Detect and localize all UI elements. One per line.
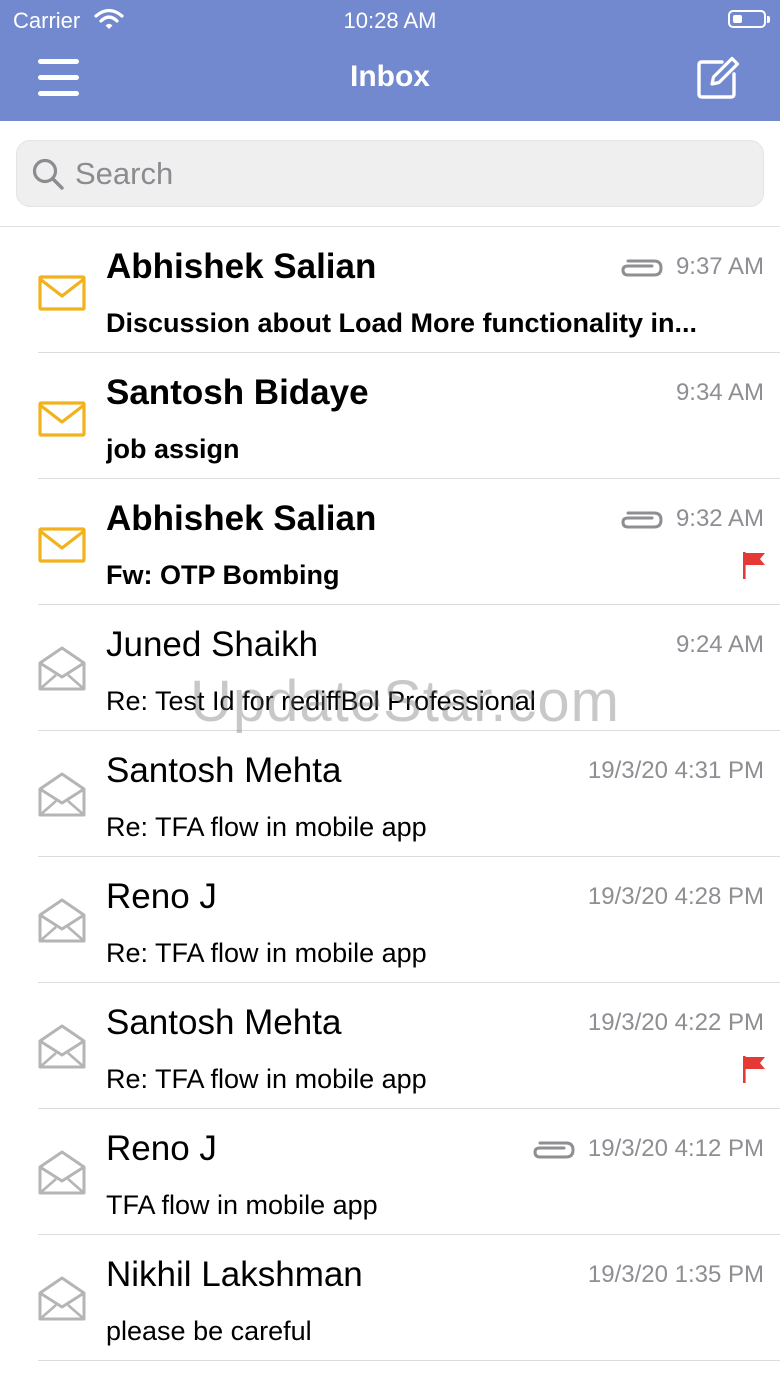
unread-envelope-icon [38, 401, 86, 437]
read-envelope-icon [38, 771, 86, 817]
message-sender: Nikhil Lakshman [106, 1255, 363, 1294]
message-time: 19/3/20 4:22 PM [587, 1009, 764, 1036]
message-row[interactable]: Abhishek Salian Discussion about Load Mor… [0, 227, 780, 353]
message-row[interactable]: Reno J Re: TFA flow in mobile app 19/3/20 … [0, 857, 780, 983]
search-input[interactable] [73, 151, 737, 197]
search-icon [32, 158, 64, 190]
message-row[interactable]: Santosh Bidaye job assign 9:34 AM [0, 353, 780, 479]
unread-envelope-icon [38, 527, 86, 563]
unread-envelope-icon [38, 275, 86, 311]
message-sender: Santosh Mehta [106, 751, 342, 790]
page-title: Inbox [350, 60, 430, 93]
message-subject: TFA flow in mobile app [106, 1190, 378, 1220]
message-sender: Santosh Mehta [106, 1003, 342, 1042]
message-sender: Abhishek Salian [106, 499, 377, 538]
flag-icon [742, 551, 766, 579]
read-envelope-icon [38, 1023, 86, 1069]
message-row[interactable]: Juned Shaikh Re: Test Id for rediffBol Pr… [0, 605, 780, 731]
attachment-icon [528, 1139, 576, 1161]
message-row[interactable]: Nikhil Lakshman please be careful 19/3/20 … [0, 1235, 780, 1361]
status-bar: Carrier 10:28 AM [0, 0, 780, 40]
message-sender: Reno J [106, 1129, 217, 1168]
message-time: 9:32 AM [675, 505, 764, 532]
flag-icon [742, 1055, 766, 1083]
search-area [0, 121, 780, 227]
message-time: 9:24 AM [675, 631, 764, 658]
message-time: 19/3/20 4:12 PM [587, 1135, 764, 1162]
message-time: 9:37 AM [675, 253, 764, 280]
message-row[interactable]: Reno J TFA flow in mobile app 19/3/20 4:12… [0, 1109, 780, 1235]
attachment-icon [616, 509, 664, 531]
message-time: 19/3/20 4:28 PM [587, 883, 764, 910]
top-bar: Carrier 10:28 AM Inbox [0, 0, 780, 121]
battery-icon [728, 10, 770, 28]
message-time: 19/3/20 1:35 PM [587, 1261, 764, 1288]
message-subject: Discussion about Load More functionality… [106, 308, 698, 338]
message-time: 9:34 AM [675, 379, 764, 406]
message-subject: Re: Test Id for rediffBol Professional [106, 686, 536, 716]
message-subject: Re: TFA flow in mobile app [106, 812, 427, 842]
compose-icon[interactable] [696, 56, 740, 100]
message-row[interactable]: Santosh Mehta Re: TFA flow in mobile app 1… [0, 731, 780, 857]
message-subject: Fw: OTP Bombing [106, 560, 340, 590]
message-sender: Reno J [106, 877, 217, 916]
message-sender: Santosh Bidaye [106, 373, 369, 412]
row-separator [38, 1360, 780, 1361]
read-envelope-icon [38, 897, 86, 943]
search-bar[interactable] [16, 140, 764, 207]
message-time: 19/3/20 4:31 PM [587, 757, 764, 784]
message-subject: please be careful [106, 1316, 312, 1346]
message-sender: Juned Shaikh [106, 625, 319, 664]
message-subject: Re: TFA flow in mobile app [106, 1064, 427, 1094]
read-envelope-icon [38, 1275, 86, 1321]
status-time: 10:28 AM [343, 8, 437, 33]
message-subject: Re: TFA flow in mobile app [106, 938, 427, 968]
message-list: Abhishek Salian Discussion about Load Mor… [0, 227, 780, 1361]
message-row[interactable]: Santosh Mehta Re: TFA flow in mobile app 1… [0, 983, 780, 1109]
message-sender: Abhishek Salian [106, 247, 377, 286]
read-envelope-icon [38, 645, 86, 691]
message-row[interactable]: Abhishek Salian Fw: OTP Bombing 9:32 AM [0, 479, 780, 605]
message-subject: job assign [106, 434, 240, 464]
attachment-icon [616, 257, 664, 279]
read-envelope-icon [38, 1149, 86, 1195]
